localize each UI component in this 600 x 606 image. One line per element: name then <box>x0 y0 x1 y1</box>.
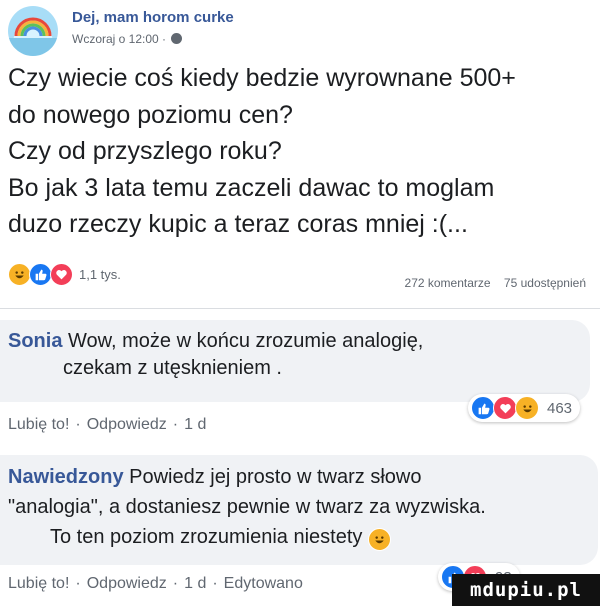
comment-time[interactable]: 1 d <box>184 416 206 433</box>
post-text-line: Czy od przyszlego roku? <box>8 137 282 165</box>
haha-icon <box>8 262 31 286</box>
author-avatar[interactable] <box>8 6 58 56</box>
haha-emoji-icon <box>367 528 391 551</box>
watermark-logo: mdupiu.pl <box>452 574 600 606</box>
comment-text: Nawiedzony Powiedz jej prosto w twarz sł… <box>8 462 486 552</box>
commenter-name[interactable]: Sonia <box>8 330 62 352</box>
reply-link[interactable]: Odpowiedz <box>87 575 167 592</box>
love-icon <box>493 396 517 420</box>
comment: Sonia Wow, może w końcu zrozumie analogi… <box>0 318 600 448</box>
comment-line: "analogia", a dostaniesz pewnie w twarz … <box>8 496 486 518</box>
haha-icon <box>515 396 539 420</box>
post-meta: Wczoraj o 12:00 · <box>72 32 183 46</box>
comment-reactions[interactable]: 463 <box>468 394 581 422</box>
post-stats: 272 komentarze 75 udostępnień <box>405 276 586 290</box>
like-icon <box>471 396 495 420</box>
comment-text: Sonia Wow, może w końcu zrozumie analogi… <box>8 328 423 382</box>
comment-line: To ten poziom zrozumienia niestety <box>50 526 363 548</box>
post-timestamp[interactable]: Wczoraj o 12:00 · <box>72 32 166 46</box>
globe-icon <box>171 33 183 44</box>
like-icon <box>29 262 52 286</box>
commenter-name[interactable]: Nawiedzony <box>8 466 124 488</box>
reply-link[interactable]: Odpowiedz <box>87 416 167 433</box>
post-text: Czy wiecie coś kiedy bedzie wyrownane 50… <box>8 60 598 243</box>
post-text-line: duzo rzeczy kupic a teraz coras mniej :(… <box>8 210 468 238</box>
shares-count[interactable]: 75 udostępnień <box>504 276 586 290</box>
edited-label: Edytowano <box>223 575 303 592</box>
post: Dej, mam horom curke Wczoraj o 12:00 · C… <box>0 0 600 310</box>
comments-count[interactable]: 272 komentarze <box>405 276 491 290</box>
comment-line: Wow, może w końcu zrozumie analogię, <box>68 330 424 352</box>
reaction-count[interactable]: 1,1 tys. <box>79 267 121 282</box>
comment-line: Powiedz jej prosto w twarz słowo <box>129 466 422 488</box>
like-link[interactable]: Lubię to! <box>8 416 69 433</box>
like-link[interactable]: Lubię to! <box>8 575 69 592</box>
comment-time[interactable]: 1 d <box>184 575 206 592</box>
post-reactions[interactable]: 1,1 tys. <box>8 262 121 286</box>
author-name[interactable]: Dej, mam horom curke <box>72 9 234 26</box>
love-icon <box>50 262 73 286</box>
comment-reaction-count: 463 <box>547 399 573 417</box>
comment-actions: Lubię to! · Odpowiedz · 1 d <box>8 416 207 433</box>
comment-actions: Lubię to! · Odpowiedz · 1 d · Edytowano <box>8 575 303 592</box>
post-text-line: Czy wiecie coś kiedy bedzie wyrownane 50… <box>8 64 516 92</box>
comment-line: czekam z utęsknieniem . <box>63 357 282 379</box>
divider <box>0 308 600 309</box>
post-text-line: do nowego poziomu cen? <box>8 100 293 129</box>
post-text-line: Bo jak 3 lata temu zaczeli dawac to mogl… <box>8 173 495 202</box>
